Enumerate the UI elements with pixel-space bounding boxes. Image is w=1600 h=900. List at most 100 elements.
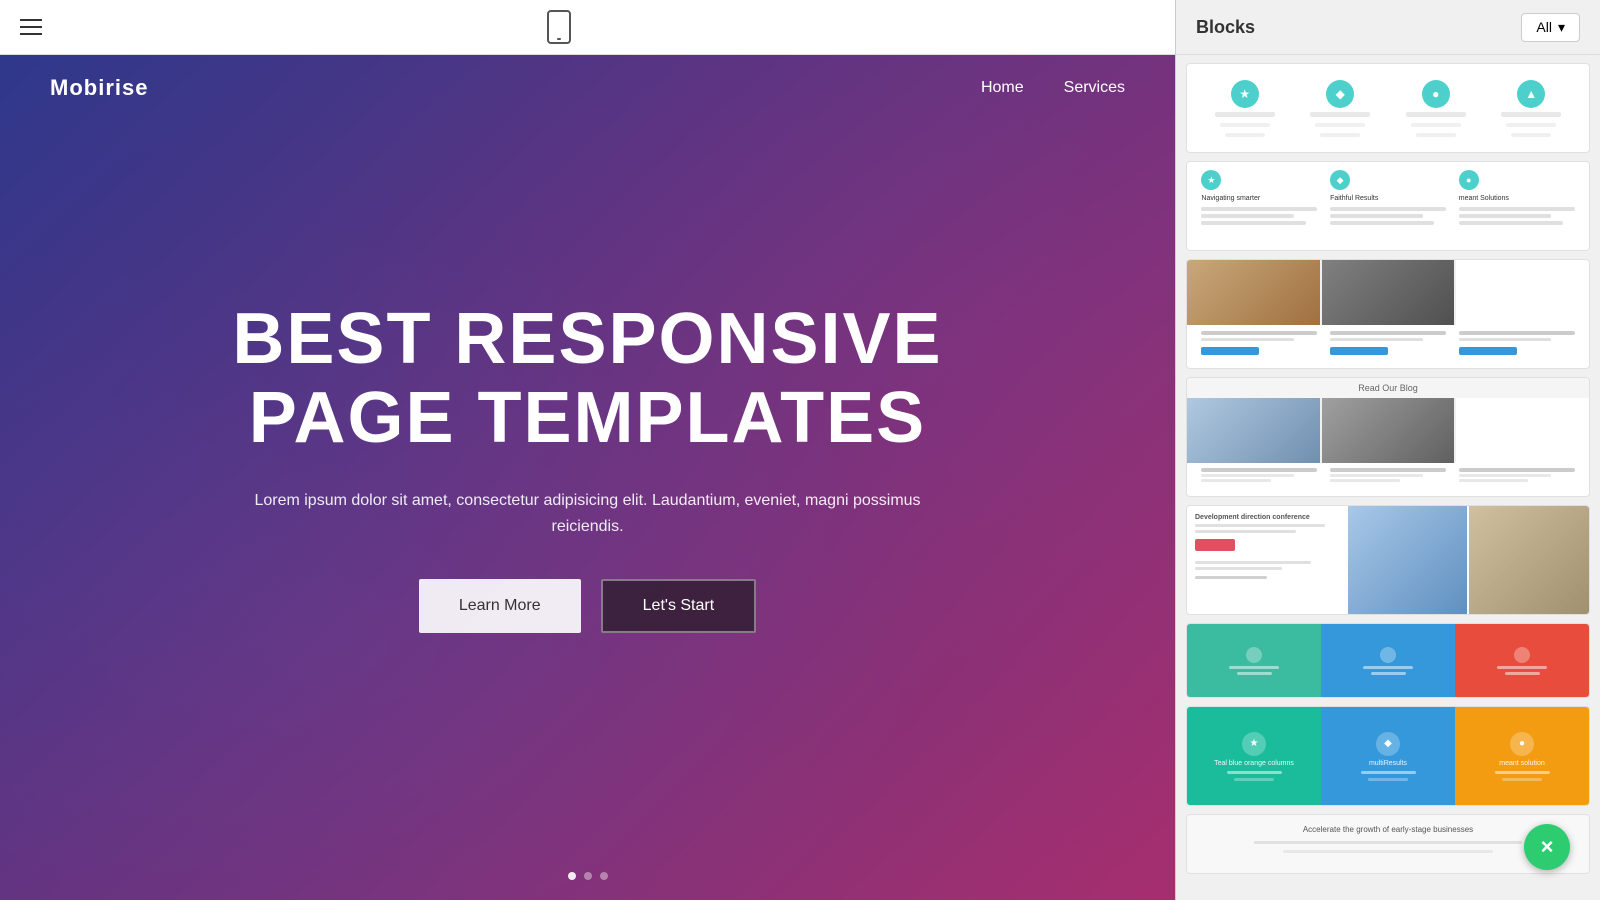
toolbar-left	[20, 19, 42, 35]
block2-icon3: ●	[1459, 170, 1479, 190]
block4-col2	[1330, 468, 1446, 482]
bt5-l1	[1195, 524, 1325, 527]
block5-left: Development direction conference	[1187, 506, 1348, 614]
block3-images	[1187, 260, 1589, 325]
block-thumb-7[interactable]: ★ Teal blue orange columns ◆ multiResult…	[1186, 706, 1590, 806]
bt4-l8	[1459, 474, 1552, 477]
block6-line2	[1237, 672, 1272, 675]
block6-icon2	[1380, 647, 1396, 663]
block7-label2: multiResults	[1369, 760, 1407, 767]
block2-line2	[1201, 214, 1294, 218]
block1-icon3: ●	[1422, 80, 1450, 108]
block1-line11	[1506, 123, 1556, 127]
block4-text-row	[1187, 463, 1589, 487]
block2-icon1: ★	[1201, 170, 1221, 190]
nav-services[interactable]: Services	[1064, 79, 1125, 97]
bt4-l5	[1330, 474, 1423, 477]
block1-icon2: ◆	[1326, 80, 1354, 108]
block1-line8	[1411, 123, 1461, 127]
bt3-btn1	[1201, 347, 1259, 355]
bt3-l2	[1201, 338, 1294, 341]
block-thumb-5[interactable]: Development direction conference	[1186, 505, 1590, 615]
block7-col1: ★ Teal blue orange columns	[1187, 707, 1321, 805]
block7-line2	[1234, 778, 1274, 781]
block-thumb-6[interactable]	[1186, 623, 1590, 698]
block6-col1	[1187, 624, 1321, 697]
block3-text-row	[1187, 325, 1589, 361]
block7-icon2-glyph: ◆	[1384, 738, 1392, 749]
block6-line1	[1229, 666, 1279, 669]
bt8-l1	[1254, 841, 1521, 844]
block1-line4	[1310, 112, 1370, 117]
block6-line5	[1497, 666, 1547, 669]
block6-line6	[1505, 672, 1540, 675]
block2-title3: meant Solutions	[1459, 195, 1575, 202]
bt3-l1	[1201, 331, 1317, 335]
block7-col3: ● meant solution	[1455, 707, 1589, 805]
mobile-device-icon[interactable]	[547, 10, 571, 44]
editor-area: Mobirise Home Services BEST RESPONSIVE P…	[0, 0, 1175, 900]
block1-col4: ▲	[1489, 80, 1573, 137]
toolbar	[0, 0, 1175, 55]
block4-header: Read Our Blog	[1187, 378, 1589, 398]
block8-content: Accelerate the growth of early-stage bus…	[1197, 825, 1579, 853]
bt3-l5	[1459, 331, 1575, 335]
bt4-l6	[1330, 479, 1399, 482]
block3-img2	[1322, 260, 1455, 325]
lets-start-button[interactable]: Let's Start	[601, 579, 757, 633]
block-thumb-3[interactable]	[1186, 259, 1590, 369]
blocks-filter-button[interactable]: All ▾	[1521, 13, 1580, 42]
block7-col2: ◆ multiResults	[1321, 707, 1455, 805]
block7-icon1-glyph: ★	[1250, 738, 1259, 749]
block7-icon2: ◆	[1376, 732, 1400, 756]
dot-2[interactable]	[584, 872, 592, 880]
dot-1[interactable]	[568, 872, 576, 880]
blocks-scroll-area[interactable]: ★ ◆ ● ▲	[1176, 55, 1600, 900]
nav-home[interactable]: Home	[981, 79, 1024, 97]
bt3-btn3	[1459, 347, 1517, 355]
block2-title2: Faithful Results	[1330, 195, 1446, 202]
block4-col1	[1201, 468, 1317, 482]
block2-col3: ● meant Solutions	[1459, 170, 1575, 225]
block7-label3: meant solution	[1499, 760, 1545, 767]
filter-label: All	[1536, 19, 1552, 35]
block7-line4	[1368, 778, 1408, 781]
close-button[interactable]: ×	[1524, 824, 1570, 870]
block-thumb-4[interactable]: Read Our Blog	[1186, 377, 1590, 497]
block2-line6	[1330, 221, 1434, 225]
block7-line3	[1361, 771, 1416, 774]
learn-more-button[interactable]: Learn More	[419, 579, 581, 633]
bt4-l2	[1201, 474, 1294, 477]
block3-img1	[1187, 260, 1320, 325]
chevron-down-icon: ▾	[1558, 19, 1565, 36]
blocks-panel: Blocks All ▾ ★ ◆ ●	[1175, 0, 1600, 900]
bt5-l5	[1195, 576, 1267, 579]
bt5-l3	[1195, 561, 1311, 564]
block-thumb-1[interactable]: ★ ◆ ● ▲	[1186, 63, 1590, 153]
bt4-l9	[1459, 479, 1528, 482]
block7-icon1: ★	[1242, 732, 1266, 756]
block-thumb-2[interactable]: ★ Navigating smarter ◆ Faithful Results …	[1186, 161, 1590, 251]
block2-line4	[1330, 207, 1446, 211]
blocks-title: Blocks	[1196, 17, 1255, 38]
block3-text-col2	[1330, 331, 1446, 355]
bt4-l3	[1201, 479, 1270, 482]
block1-col2: ◆	[1298, 80, 1382, 137]
block2-icon2: ◆	[1330, 170, 1350, 190]
block1-line3	[1225, 133, 1265, 137]
hero-buttons: Learn More Let's Start	[419, 579, 756, 633]
block2-col2: ◆ Faithful Results	[1330, 170, 1446, 225]
bt8-l2	[1283, 850, 1493, 853]
hamburger-menu[interactable]	[20, 19, 42, 35]
block2-title1: Navigating smarter	[1201, 195, 1317, 202]
block1-line9	[1416, 133, 1456, 137]
bt5-badge	[1195, 539, 1235, 551]
bt4-l1	[1201, 468, 1317, 472]
block7-icon3-glyph: ●	[1519, 738, 1525, 749]
block1-line6	[1320, 133, 1360, 137]
block2-line3	[1201, 221, 1305, 225]
block7-line6	[1502, 778, 1542, 781]
dot-3[interactable]	[600, 872, 608, 880]
block1-icon4: ▲	[1517, 80, 1545, 108]
block7-icon3: ●	[1510, 732, 1534, 756]
